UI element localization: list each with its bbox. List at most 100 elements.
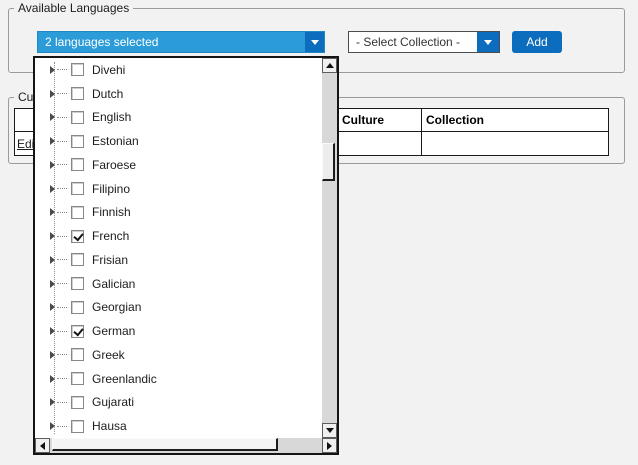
languages-combobox-dropdown-button[interactable] bbox=[305, 32, 324, 52]
language-checkbox[interactable] bbox=[71, 325, 84, 338]
language-tree-item[interactable]: German bbox=[35, 319, 322, 343]
check-mark-icon bbox=[73, 230, 83, 241]
vertical-scrollbar-thumb[interactable] bbox=[322, 143, 335, 181]
tree-connector-dash bbox=[57, 188, 67, 189]
tree-connector-dash bbox=[57, 378, 67, 379]
language-label: Finnish bbox=[92, 205, 131, 219]
add-button[interactable]: Add bbox=[512, 31, 562, 53]
collection-cell bbox=[422, 132, 609, 156]
tree-expander-icon[interactable] bbox=[50, 327, 55, 335]
tree-connector-dash bbox=[57, 283, 67, 284]
language-checkbox[interactable] bbox=[71, 135, 84, 148]
language-dropdown-panel: Divehi Dutch English Estonian Faroese Fi… bbox=[33, 56, 339, 455]
language-checkbox[interactable] bbox=[71, 182, 84, 195]
check-mark-icon bbox=[73, 325, 83, 336]
tree-expander-icon[interactable] bbox=[50, 208, 55, 216]
collection-combobox-dropdown-button[interactable] bbox=[477, 32, 499, 52]
language-label: Filipino bbox=[92, 182, 130, 196]
tree-expander-icon[interactable] bbox=[50, 161, 55, 169]
tree-expander-icon[interactable] bbox=[50, 232, 55, 240]
language-tree-item[interactable]: French bbox=[35, 224, 322, 248]
language-label: Galician bbox=[92, 277, 135, 291]
tree-expander-icon[interactable] bbox=[50, 422, 55, 430]
horizontal-scrollbar[interactable] bbox=[35, 438, 337, 453]
tree-connector-dash bbox=[57, 236, 67, 237]
groupbox-title: Available Languages bbox=[14, 1, 133, 15]
language-tree-item[interactable]: Frisian bbox=[35, 248, 322, 272]
languages-multiselect-combobox[interactable]: 2 languages selected bbox=[37, 31, 325, 53]
horizontal-scrollbar-thumb[interactable] bbox=[52, 438, 278, 451]
tree-expander-icon[interactable] bbox=[50, 256, 55, 264]
header-cell-culture: Culture bbox=[338, 109, 422, 132]
language-checkbox[interactable] bbox=[71, 420, 84, 433]
language-label: Faroese bbox=[92, 158, 136, 172]
language-tree-item[interactable]: Greek bbox=[35, 343, 322, 367]
language-checkbox[interactable] bbox=[71, 301, 84, 314]
tree-connector-dash bbox=[57, 69, 67, 70]
language-label: Greek bbox=[92, 348, 125, 362]
language-label: Estonian bbox=[92, 134, 139, 148]
scroll-down-button[interactable] bbox=[322, 423, 337, 438]
language-checkbox[interactable] bbox=[71, 87, 84, 100]
language-checkbox[interactable] bbox=[71, 348, 84, 361]
tree-expander-icon[interactable] bbox=[50, 303, 55, 311]
collection-combobox-value: - Select Collection - bbox=[349, 32, 477, 52]
tree-connector-dash bbox=[57, 212, 67, 213]
tree-connector-dash bbox=[57, 307, 67, 308]
language-label: Divehi bbox=[92, 63, 125, 77]
language-checkbox[interactable] bbox=[71, 230, 84, 243]
language-label: Georgian bbox=[92, 300, 141, 314]
tree-expander-icon[interactable] bbox=[50, 351, 55, 359]
tree-expander-icon[interactable] bbox=[50, 398, 55, 406]
chevron-down-icon bbox=[311, 40, 319, 45]
language-tree-item[interactable]: Divehi bbox=[35, 58, 322, 82]
language-checkbox[interactable] bbox=[71, 158, 84, 171]
vertical-scrollbar[interactable] bbox=[322, 58, 337, 438]
language-tree-item[interactable]: Faroese bbox=[35, 153, 322, 177]
scroll-up-button[interactable] bbox=[322, 58, 337, 73]
language-checkbox[interactable] bbox=[71, 63, 84, 76]
tree-connector-dash bbox=[57, 426, 67, 427]
language-checkbox[interactable] bbox=[71, 277, 84, 290]
header-cell-collection: Collection bbox=[422, 109, 609, 132]
language-tree-item[interactable]: Estonian bbox=[35, 129, 322, 153]
tree-connector-dash bbox=[57, 164, 67, 165]
tree-expander-icon[interactable] bbox=[50, 137, 55, 145]
tree-expander-icon[interactable] bbox=[50, 375, 55, 383]
language-tree-item[interactable]: Hausa bbox=[35, 414, 322, 438]
collection-combobox[interactable]: - Select Collection - bbox=[348, 31, 500, 53]
languages-combobox-value: 2 languages selected bbox=[38, 32, 305, 52]
language-tree-item[interactable]: Greenlandic bbox=[35, 367, 322, 391]
language-label: Greenlandic bbox=[92, 372, 157, 386]
language-label: Dutch bbox=[92, 87, 123, 101]
language-checkbox[interactable] bbox=[71, 372, 84, 385]
language-tree-item[interactable]: Filipino bbox=[35, 177, 322, 201]
language-tree-item[interactable]: Finnish bbox=[35, 201, 322, 225]
tree-connector-dash bbox=[57, 402, 67, 403]
language-checkbox[interactable] bbox=[71, 396, 84, 409]
language-tree-item[interactable]: Galician bbox=[35, 272, 322, 296]
tree-connector-dash bbox=[57, 141, 67, 142]
tree-expander-icon[interactable] bbox=[50, 90, 55, 98]
language-label: French bbox=[92, 229, 129, 243]
tree-expander-icon[interactable] bbox=[50, 280, 55, 288]
tree-expander-icon[interactable] bbox=[50, 66, 55, 74]
triangle-down-icon bbox=[326, 428, 334, 433]
language-tree-item[interactable]: English bbox=[35, 106, 322, 130]
tree-connector-dash bbox=[57, 93, 67, 94]
language-label: German bbox=[92, 324, 135, 338]
language-tree-item[interactable]: Dutch bbox=[35, 82, 322, 106]
language-checkbox[interactable] bbox=[71, 111, 84, 124]
language-tree-item[interactable]: Gujarati bbox=[35, 391, 322, 415]
language-tree-item[interactable]: Georgian bbox=[35, 296, 322, 320]
language-checkbox[interactable] bbox=[71, 206, 84, 219]
language-checkbox[interactable] bbox=[71, 253, 84, 266]
tree-expander-icon[interactable] bbox=[50, 185, 55, 193]
scroll-right-button[interactable] bbox=[322, 438, 337, 453]
tree-connector-dash bbox=[57, 331, 67, 332]
language-tree-list: Divehi Dutch English Estonian Faroese Fi… bbox=[35, 58, 322, 438]
tree-expander-icon[interactable] bbox=[50, 113, 55, 121]
chevron-down-icon bbox=[484, 40, 492, 45]
scroll-left-button[interactable] bbox=[35, 438, 50, 453]
language-label: Hausa bbox=[92, 419, 127, 433]
